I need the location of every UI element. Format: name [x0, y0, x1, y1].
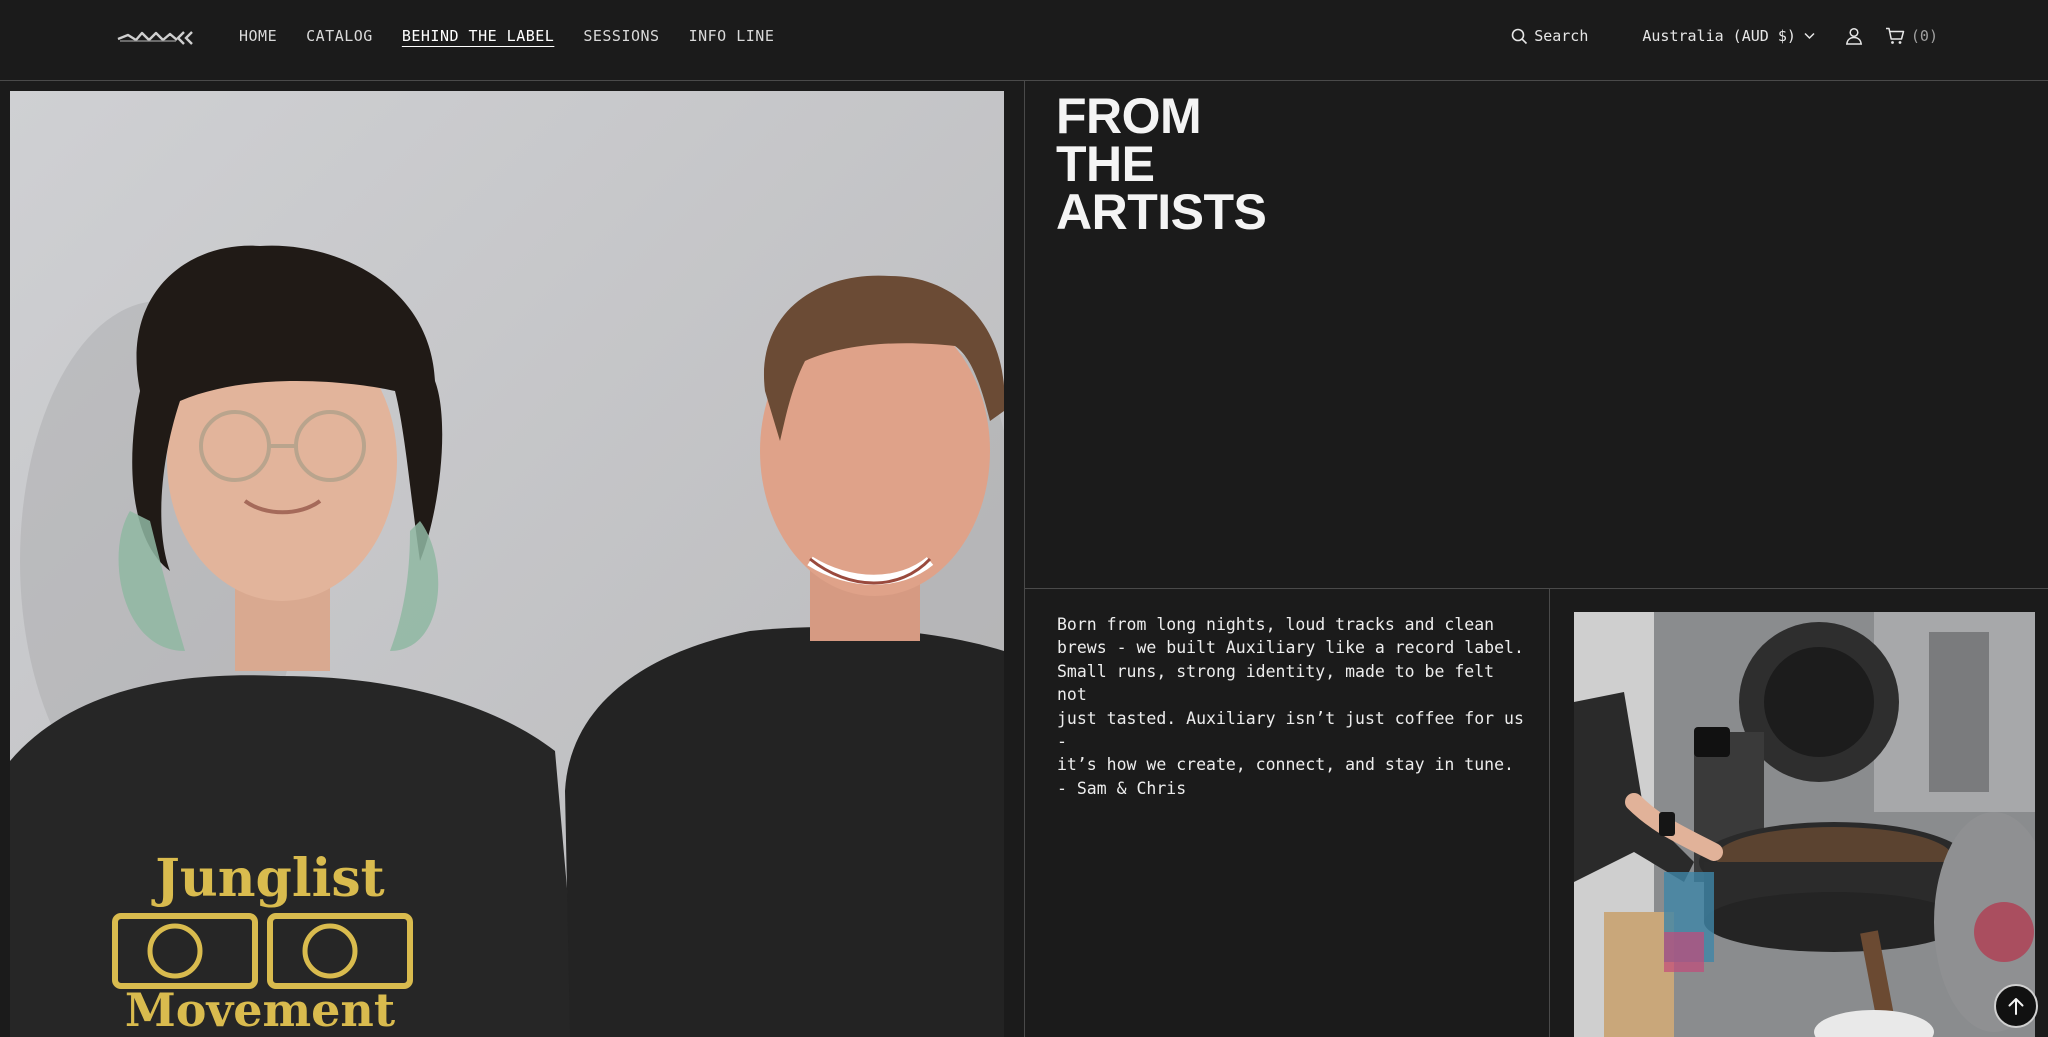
nav-sessions[interactable]: SESSIONS	[583, 26, 659, 46]
founders-photo-illustration: Junglist Movement	[10, 91, 1004, 1037]
founders-story: Born from long nights, loud tracks and c…	[1057, 615, 1524, 798]
divider-vertical-secondary	[1549, 588, 1550, 1037]
chevron-down-icon	[1804, 32, 1815, 40]
shirt-text-bottom: Movement	[125, 983, 396, 1037]
arrow-up-icon	[2008, 998, 2024, 1015]
main-nav: HOME CATALOG BEHIND THE LABEL SESSIONS I…	[239, 26, 803, 46]
coffee-roaster-photo	[1574, 612, 2035, 1037]
cart-button[interactable]: (0)	[1885, 24, 1938, 48]
founders-photo: Junglist Movement	[10, 91, 1004, 1037]
shirt-text-top: Junglist	[151, 848, 384, 909]
country-selector[interactable]: Australia (AUD $)	[1642, 24, 1815, 48]
page-title: FROM THE ARTISTS	[1056, 88, 1456, 240]
user-icon	[1845, 27, 1862, 45]
search-label: Search	[1534, 27, 1589, 45]
nav-home[interactable]: HOME	[239, 26, 277, 46]
coffee-roaster-illustration	[1574, 612, 2035, 1037]
cart-count: (0)	[1910, 27, 1938, 45]
search-icon	[1511, 28, 1528, 44]
header-utilities: Search Australia (AUD $) (0)	[1511, 24, 1938, 48]
divider-vertical-main	[1024, 81, 1025, 1037]
brand-logo	[117, 31, 193, 45]
divider-horizontal	[1024, 588, 2048, 589]
site-header: HOME CATALOG BEHIND THE LABEL SESSIONS I…	[0, 0, 2048, 81]
title-line-3: ARTISTS	[1056, 184, 1267, 240]
nav-info-line[interactable]: INFO LINE	[689, 26, 775, 46]
country-label: Australia (AUD $)	[1642, 27, 1796, 45]
nav-behind-the-label[interactable]: BEHIND THE LABEL	[402, 26, 555, 46]
search-button[interactable]: Search	[1511, 24, 1588, 48]
title-line-1: FROM	[1056, 88, 1202, 144]
nav-catalog[interactable]: CATALOG	[306, 26, 373, 46]
account-button[interactable]	[1845, 27, 1863, 45]
back-to-top-button[interactable]	[1994, 984, 2038, 1028]
cart-icon	[1885, 27, 1905, 44]
title-line-2: THE	[1056, 136, 1155, 192]
